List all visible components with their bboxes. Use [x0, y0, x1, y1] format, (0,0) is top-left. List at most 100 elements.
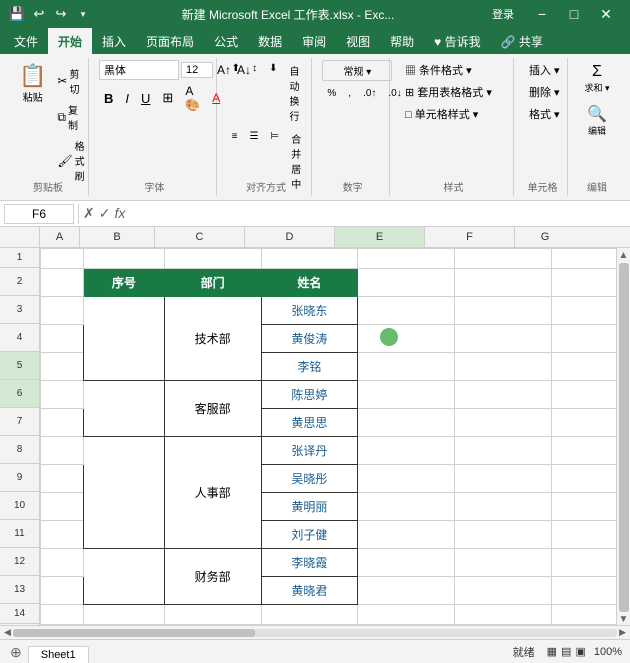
cell-f8[interactable]: [455, 437, 552, 465]
cell-reference-input[interactable]: [4, 204, 74, 224]
row-header-1[interactable]: 1: [0, 248, 39, 268]
cell-f6[interactable]: [455, 381, 552, 409]
format-cell-button[interactable]: 格式 ▾: [524, 104, 565, 124]
cell-d10-name[interactable]: 黄明丽: [261, 493, 358, 521]
cell-f11[interactable]: [455, 521, 552, 549]
pct-button[interactable]: %: [322, 85, 341, 102]
insert-function-icon[interactable]: fx: [114, 205, 125, 222]
cell-f13[interactable]: [455, 577, 552, 605]
col-header-c[interactable]: C: [155, 227, 245, 247]
cell-a4[interactable]: [41, 325, 84, 353]
tab-insert[interactable]: 插入: [92, 28, 136, 54]
cell-c2-header[interactable]: 部门: [164, 269, 261, 297]
cell-a14[interactable]: [41, 605, 84, 625]
row-header-10[interactable]: 10: [0, 492, 39, 520]
normal-view-btn[interactable]: ▦: [547, 645, 557, 658]
row-header-3[interactable]: 3: [0, 296, 39, 324]
cell-g9[interactable]: [551, 465, 616, 493]
cell-f5[interactable]: [455, 353, 552, 381]
cell-b2-header[interactable]: 序号: [84, 269, 165, 297]
scroll-down-btn[interactable]: ▼: [619, 614, 629, 625]
align-top-button[interactable]: ⬆: [227, 60, 245, 126]
cell-a11[interactable]: [41, 521, 84, 549]
cell-f10[interactable]: [455, 493, 552, 521]
scroll-left-btn[interactable]: ◀: [4, 627, 11, 638]
cell-d14[interactable]: [261, 605, 358, 625]
cell-d12-name[interactable]: 李晓霞: [261, 549, 358, 577]
row-header-4[interactable]: 4: [0, 324, 39, 352]
underline-button[interactable]: U: [136, 89, 155, 108]
row-header-9[interactable]: 9: [0, 464, 39, 492]
table-format-button[interactable]: ⊞ 套用表格格式 ▾: [400, 82, 497, 102]
cell-c-tech-dept[interactable]: 技术部: [164, 297, 261, 381]
tab-tellme[interactable]: ♥ 告诉我: [424, 28, 490, 54]
copy-button[interactable]: ⧉复制: [53, 100, 88, 134]
cell-b-tech-num[interactable]: [84, 297, 165, 381]
cell-e14[interactable]: [358, 605, 455, 625]
cell-e9[interactable]: [358, 465, 455, 493]
add-sheet-button[interactable]: ⊕: [4, 642, 28, 663]
cell-a12[interactable]: [41, 549, 84, 577]
cell-d9-name[interactable]: 吴晓彤: [261, 465, 358, 493]
cell-e8[interactable]: [358, 437, 455, 465]
confirm-formula-icon[interactable]: ✓: [99, 205, 111, 222]
cell-d5-name[interactable]: 李铭: [261, 353, 358, 381]
cell-a5[interactable]: [41, 353, 84, 381]
cell-e11[interactable]: [358, 521, 455, 549]
scroll-thumb[interactable]: [619, 263, 629, 612]
cell-d11-name[interactable]: 刘子健: [261, 521, 358, 549]
number-format-selector[interactable]: 常规 ▾: [322, 60, 392, 81]
cell-d2-header[interactable]: 姓名: [261, 269, 358, 297]
cell-b-finance-num[interactable]: [84, 549, 165, 605]
close-button[interactable]: ✕: [590, 0, 622, 28]
border-button[interactable]: ⊞: [157, 88, 178, 108]
cell-e3[interactable]: [358, 297, 455, 325]
tab-file[interactable]: 文件: [4, 28, 48, 54]
cell-b14[interactable]: [84, 605, 165, 625]
font-size-selector[interactable]: 12: [181, 62, 213, 78]
fill-color-button[interactable]: A🎨: [180, 82, 205, 114]
cell-b-hr-num[interactable]: [84, 437, 165, 549]
maximize-button[interactable]: □: [558, 0, 590, 28]
col-header-e[interactable]: E: [335, 227, 425, 247]
cell-a7[interactable]: [41, 409, 84, 437]
cell-c14[interactable]: [164, 605, 261, 625]
cell-c-hr-dept[interactable]: 人事部: [164, 437, 261, 549]
cell-b-service-num[interactable]: [84, 381, 165, 437]
row-header-13[interactable]: 13: [0, 576, 39, 604]
scroll-right-btn[interactable]: ▶: [619, 627, 626, 638]
cell-f3[interactable]: [455, 297, 552, 325]
cell-g6[interactable]: [551, 381, 616, 409]
hscroll-thumb[interactable]: [13, 629, 255, 637]
cell-g10[interactable]: [551, 493, 616, 521]
cancel-formula-icon[interactable]: ✗: [83, 205, 95, 222]
row-header-5[interactable]: 5: [0, 352, 39, 380]
cut-button[interactable]: ✂剪切: [53, 64, 88, 98]
cell-a1[interactable]: [41, 249, 84, 269]
cell-g14[interactable]: [551, 605, 616, 625]
cell-g13[interactable]: [551, 577, 616, 605]
comma-button[interactable]: ,: [343, 85, 356, 102]
tab-formulas[interactable]: 公式: [204, 28, 248, 54]
tab-home[interactable]: 开始: [48, 28, 92, 54]
cell-c1[interactable]: [164, 249, 261, 269]
minimize-button[interactable]: −: [526, 0, 558, 28]
cell-f9[interactable]: [455, 465, 552, 493]
cell-a3[interactable]: [41, 297, 84, 325]
italic-button[interactable]: I: [120, 89, 134, 108]
cell-g3[interactable]: [551, 297, 616, 325]
cell-e4[interactable]: [358, 325, 455, 353]
page-break-view-btn[interactable]: ▣: [575, 645, 585, 658]
undo-quick-btn[interactable]: ↩: [30, 5, 48, 23]
row-header-2[interactable]: 2: [0, 268, 39, 296]
cell-g8[interactable]: [551, 437, 616, 465]
inc-decimal-button[interactable]: .0↑: [358, 85, 381, 102]
cell-g2[interactable]: [551, 269, 616, 297]
align-middle-button[interactable]: ↕: [247, 60, 262, 126]
save-quick-btn[interactable]: 💾: [8, 5, 26, 23]
tab-view[interactable]: 视图: [336, 28, 380, 54]
tab-review[interactable]: 审阅: [292, 28, 336, 54]
row-header-8[interactable]: 8: [0, 436, 39, 464]
row-header-7[interactable]: 7: [0, 408, 39, 436]
hscroll-track[interactable]: [13, 629, 617, 637]
